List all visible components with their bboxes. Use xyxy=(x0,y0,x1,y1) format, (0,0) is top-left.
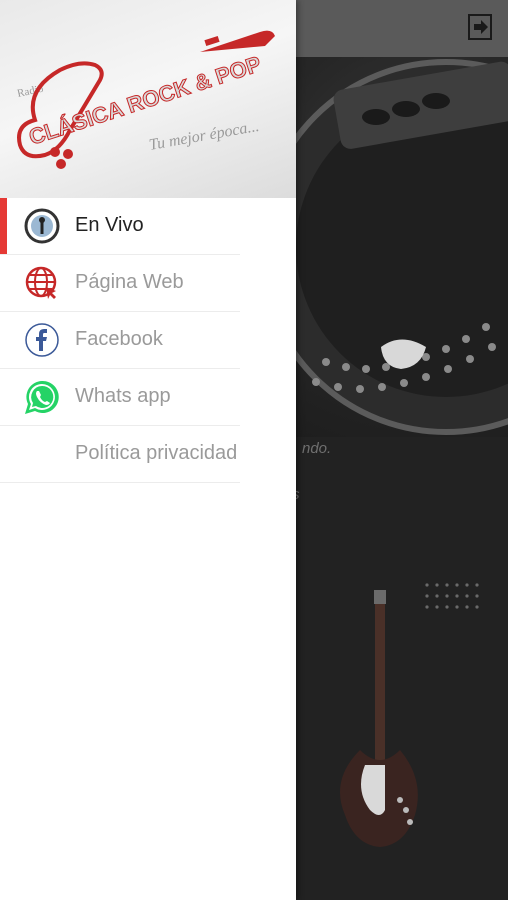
live-radio-icon xyxy=(24,208,60,244)
drawer-menu: En Vivo Página Web Facebook Whats app Po… xyxy=(0,198,296,483)
drawer-header: Radio CLÁSICA ROCK & POP Tu mejor época.… xyxy=(0,0,296,198)
globe-icon xyxy=(25,266,57,299)
menu-item-label: Página Web xyxy=(75,271,184,293)
menu-item-label: Política privacidad xyxy=(75,442,238,464)
menu-item-whatsapp[interactable]: Whats app xyxy=(0,369,240,426)
dot-grid-decoration xyxy=(425,583,479,609)
station-logo: Radio CLÁSICA ROCK & POP Tu mejor época.… xyxy=(16,30,275,169)
whatsapp-icon xyxy=(25,380,59,414)
svg-text:Tu mejor época...: Tu mejor época... xyxy=(148,118,261,154)
facebook-icon xyxy=(25,323,59,357)
menu-item-politica-privacidad[interactable]: Política privacidad xyxy=(0,426,240,483)
menu-item-facebook[interactable]: Facebook xyxy=(0,312,240,369)
turntable-photo xyxy=(296,57,508,437)
navigation-drawer: Radio CLÁSICA ROCK & POP Tu mejor época.… xyxy=(0,0,296,900)
menu-item-pagina-web[interactable]: Página Web xyxy=(0,255,240,312)
menu-item-label: Facebook xyxy=(75,328,163,350)
exit-icon[interactable] xyxy=(468,14,492,40)
menu-item-label: Whats app xyxy=(75,385,171,407)
guitar-image xyxy=(340,590,418,847)
menu-item-label: En Vivo xyxy=(75,214,144,236)
background-caption: ndo. xyxy=(302,440,332,457)
menu-item-en-vivo[interactable]: En Vivo xyxy=(0,198,240,255)
